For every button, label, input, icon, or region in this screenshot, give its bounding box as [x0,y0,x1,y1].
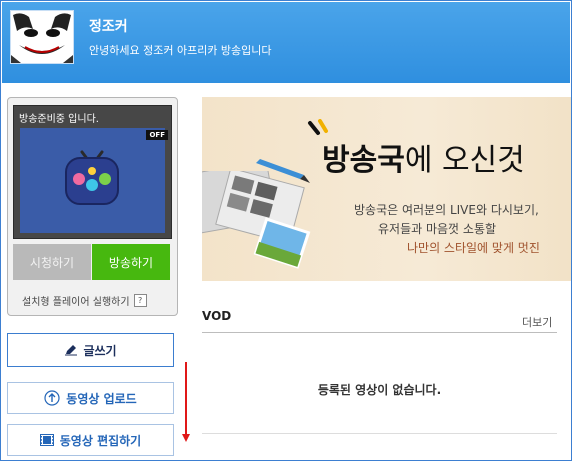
installed-player-link[interactable]: 설치형 플레이어 실행하기 ? [22,293,147,308]
pencil-decoration-icon [256,159,310,183]
upload-arrow-icon [44,390,60,406]
channel-description: 안녕하세요 정조커 아프리카 방송입니다 [89,44,272,57]
vod-section-title: VOD [202,309,232,323]
write-post-button[interactable]: 글쓰기 [7,333,174,367]
help-icon[interactable]: ? [133,294,147,307]
banner-title-rest: 에 오신것 [404,143,525,178]
channel-header: 정조커 안녕하세요 정조커 아프리카 방송입니다 [2,2,570,83]
video-edit-button[interactable]: 동영상 편집하기 [7,424,174,456]
vod-empty-message: 등록된 영상이 없습니다. [317,383,442,397]
banner-line-2: 유저들과 마음껏 소통할 [378,222,497,236]
video-upload-button[interactable]: 동영상 업로드 [7,382,174,414]
film-strip-icon [39,434,54,446]
banner-line-3: 나만의 스타일에 맞게 멋진 [407,241,540,255]
red-arrow-annotation-icon [182,362,190,442]
broadcast-button[interactable]: 방송하기 [92,244,170,280]
banner-title-bold: 방송국 [322,143,405,178]
vod-divider-top [202,332,557,333]
vod-divider-bottom [202,433,557,434]
broadcast-screen: 방송준비중 입니다. OFF [13,105,172,239]
video-upload-label: 동영상 업로드 [66,391,137,406]
afreecatv-logo-icon [65,150,119,205]
joker-face-icon [11,11,73,63]
broadcast-status: 방송준비중 입니다. [19,114,99,125]
watch-button[interactable]: 시청하기 [13,244,91,280]
screen-preview [20,128,165,233]
installed-player-label: 설치형 플레이어 실행하기 [22,297,130,308]
channel-name: 정조커 [89,19,128,35]
broadcast-panel: 방송준비중 입니다. OFF 시청하기 방송하기 설치형 플레이어 실행하기 ? [7,97,178,316]
avatar[interactable] [10,10,74,64]
banner-title: 방송국에 오신것 [322,135,525,179]
write-post-label: 글쓰기 [83,343,117,358]
vod-more-link[interactable]: 더보기 [522,314,552,330]
pencil-icon [65,345,78,356]
video-edit-label: 동영상 편집하기 [59,433,142,448]
channel-page: 정조커 안녕하세요 정조커 아프리카 방송입니다 방송준비중 입니다. OFF … [0,0,572,461]
welcome-banner: 방송국에 오신것 방송국은 여러분의 LIVE와 다시보기, 유저들과 마음껏 … [202,97,571,281]
banner-line-1: 방송국은 여러분의 LIVE와 다시보기, [354,203,539,217]
off-badge: OFF [146,130,168,140]
